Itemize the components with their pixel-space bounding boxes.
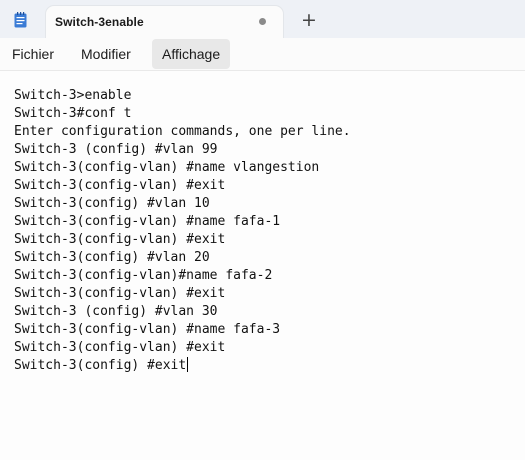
- editor-line: Switch-3 (config) #vlan 30: [14, 304, 218, 319]
- editor-line: Switch-3 (config) #vlan 99: [14, 142, 218, 157]
- menu-modifier[interactable]: Modifier: [71, 39, 141, 69]
- unsaved-dot-icon[interactable]: [259, 18, 266, 25]
- editor-line: Switch-3(config-vlan)#name fafa-2: [14, 268, 273, 283]
- editor-line: Switch-3(config-vlan) #name fafa-3: [14, 322, 281, 337]
- editor-line: Switch-3(config-vlan) #exit: [14, 178, 226, 193]
- text-editor[interactable]: Switch-3>enable Switch-3#conf t Enter co…: [0, 71, 525, 460]
- editor-lines: Switch-3>enable Switch-3#conf t Enter co…: [14, 87, 351, 375]
- menu-bar: Fichier Modifier Affichage: [0, 38, 525, 71]
- editor-line: Switch-3#conf t: [14, 106, 132, 121]
- menu-fichier[interactable]: Fichier: [2, 39, 64, 69]
- title-bar: Switch-3enable +: [0, 0, 525, 38]
- tab-title: Switch-3enable: [55, 15, 144, 29]
- editor-line: Switch-3(config-vlan) #name fafa-1: [14, 214, 281, 229]
- editor-line: Switch-3(config-vlan) #name vlangestion: [14, 160, 320, 175]
- notepad-icon: [14, 12, 27, 28]
- editor-line: Switch-3(config) #vlan 20: [14, 250, 210, 265]
- editor-line: Enter configuration commands, one per li…: [14, 124, 351, 139]
- editor-line: Switch-3(config) #vlan 10: [14, 196, 210, 211]
- editor-line: Switch-3(config-vlan) #exit: [14, 286, 226, 301]
- tab-document[interactable]: Switch-3enable: [46, 6, 283, 38]
- editor-line: Switch-3(config-vlan) #exit: [14, 232, 226, 247]
- new-tab-button[interactable]: +: [298, 9, 320, 31]
- editor-line: Switch-3(config-vlan) #exit: [14, 340, 226, 355]
- editor-line: Switch-3>enable: [14, 88, 132, 103]
- editor-line-last: Switch-3(config) #exit: [14, 357, 351, 375]
- menu-affichage[interactable]: Affichage: [152, 39, 231, 69]
- editor-line-text: Switch-3(config) #exit: [14, 358, 187, 373]
- text-caret: [187, 357, 189, 372]
